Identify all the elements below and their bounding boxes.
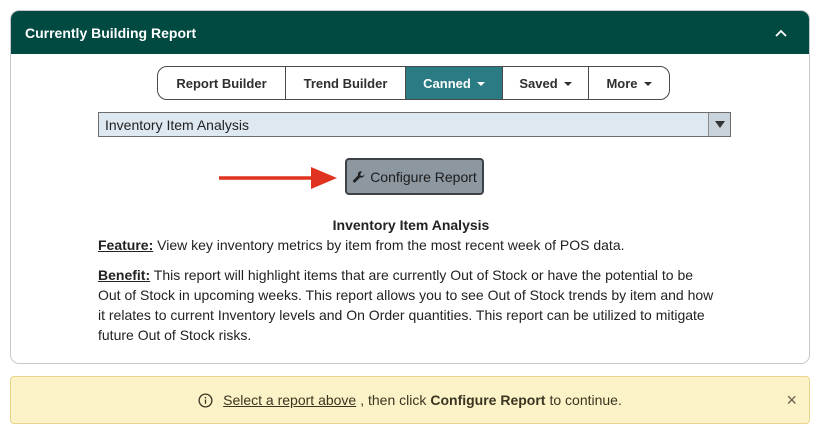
arrow-right-icon xyxy=(219,167,337,189)
dropdown-arrow-icon xyxy=(714,121,725,128)
tab-saved[interactable]: Saved xyxy=(503,67,589,99)
close-icon[interactable]: × xyxy=(786,391,797,409)
caret-down-icon xyxy=(643,82,652,86)
tab-report-builder[interactable]: Report Builder xyxy=(158,67,286,99)
feature-description: Feature: View key inventory metrics by i… xyxy=(98,235,718,255)
configure-report-label: Configure Report xyxy=(370,168,477,185)
tab-label: More xyxy=(606,75,638,91)
tab-label: Canned xyxy=(423,75,471,91)
tab-trend-builder[interactable]: Trend Builder xyxy=(286,67,406,99)
feature-text: View key inventory metrics by item from … xyxy=(153,237,625,253)
alert-strong-text: Configure Report xyxy=(430,392,546,408)
feature-label: Feature: xyxy=(98,237,154,253)
alert-message: Select a report above , then click Confi… xyxy=(198,392,622,408)
report-panel: Currently Building Report Report Builder… xyxy=(10,10,810,364)
chevron-up-icon xyxy=(775,29,787,37)
alert-end-text: to continue. xyxy=(549,392,622,408)
tab-label: Saved xyxy=(519,75,558,91)
panel-header: Currently Building Report xyxy=(11,11,809,54)
report-title: Inventory Item Analysis xyxy=(332,217,490,233)
caret-down-icon xyxy=(563,82,572,86)
report-select[interactable]: Inventory Item Analysis xyxy=(98,112,731,137)
configure-report-button[interactable]: Configure Report xyxy=(345,158,484,195)
tab-more[interactable]: More xyxy=(589,67,669,99)
report-select-value: Inventory Item Analysis xyxy=(105,116,249,133)
wrench-icon xyxy=(353,170,365,182)
benefit-description: Benefit: This report will highlight item… xyxy=(98,265,718,345)
alert-middle-text: , then click xyxy=(360,392,427,408)
panel-title: Currently Building Report xyxy=(25,24,197,41)
tab-label: Trend Builder xyxy=(303,75,388,91)
select-dropdown-button[interactable] xyxy=(708,113,730,136)
report-type-nav: Report Builder Trend Builder Canned Save… xyxy=(157,66,670,100)
collapse-button[interactable] xyxy=(767,19,795,47)
info-alert: Select a report above , then click Confi… xyxy=(10,376,810,424)
select-report-link[interactable]: Select a report above xyxy=(223,392,356,408)
info-icon xyxy=(198,392,213,408)
benefit-text: This report will highlight items that ar… xyxy=(98,267,714,343)
benefit-label: Benefit: xyxy=(98,267,151,283)
caret-down-icon xyxy=(476,82,485,86)
tab-label: Report Builder xyxy=(176,75,267,91)
tab-canned[interactable]: Canned xyxy=(406,67,503,99)
